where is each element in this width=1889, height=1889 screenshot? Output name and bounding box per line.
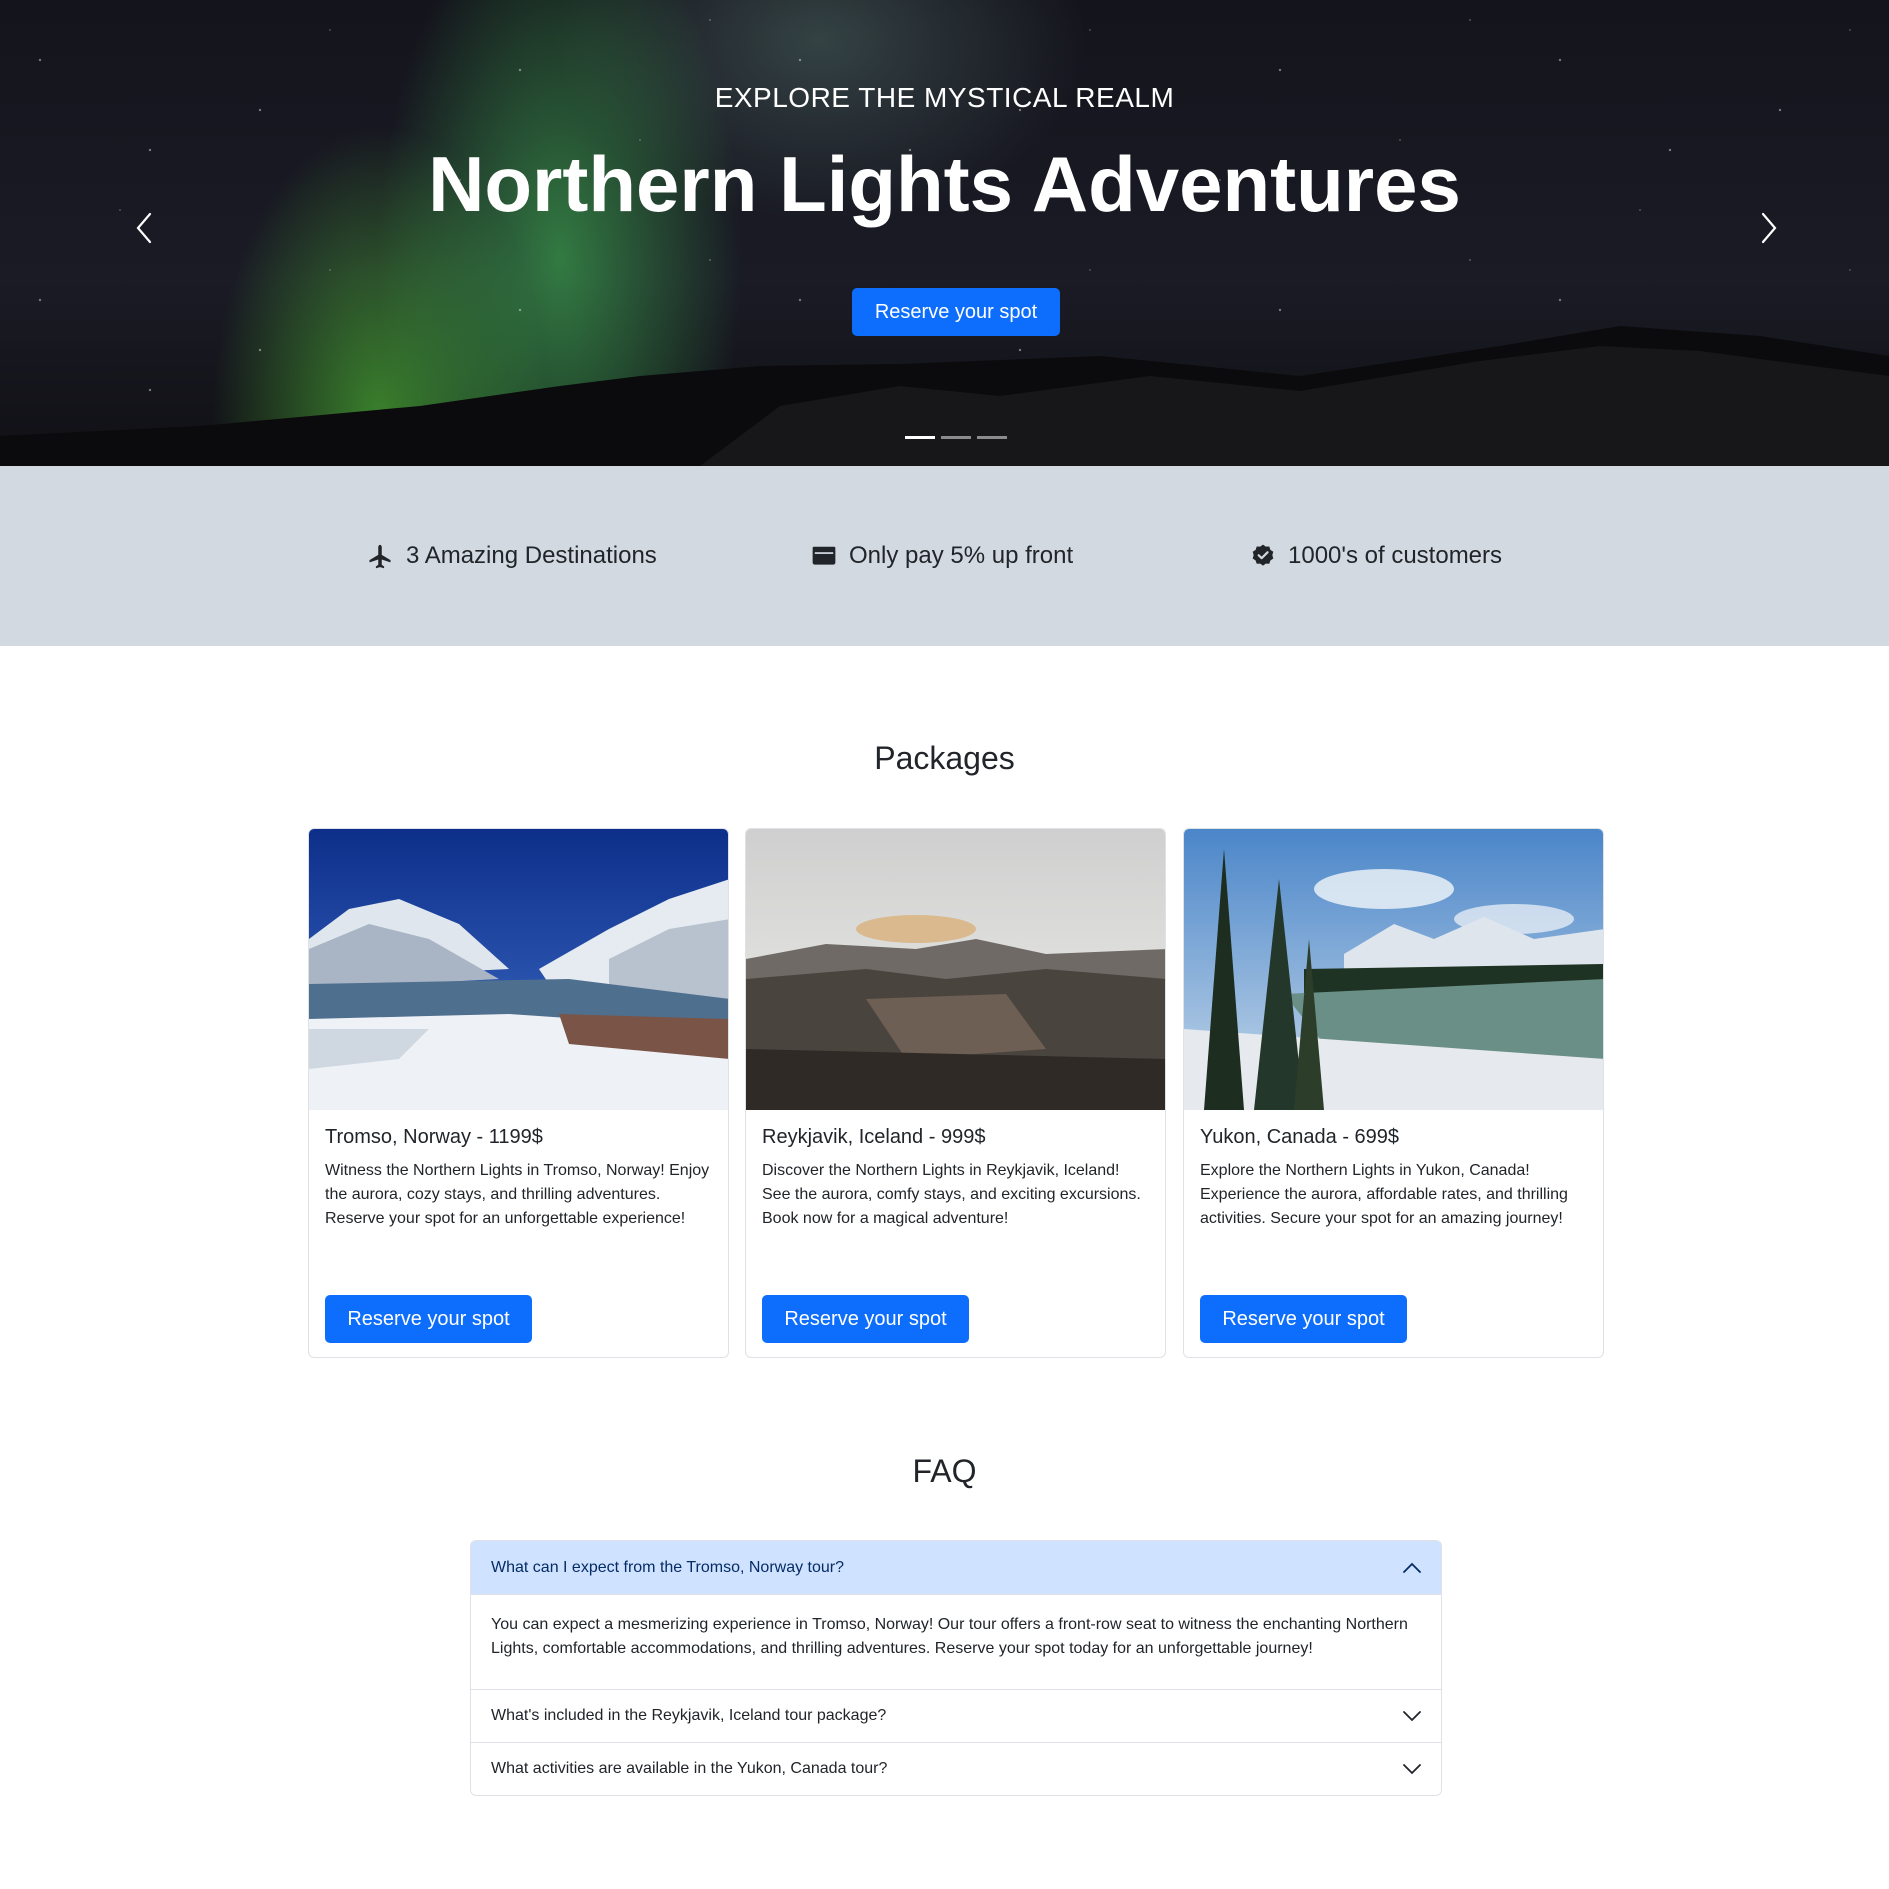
feature-label: Only pay 5% up front	[849, 542, 1074, 569]
chevron-left-icon	[136, 212, 152, 244]
faq-answer: You can expect a mesmerizing experience …	[471, 1594, 1441, 1689]
card-text: Explore the Northern Lights in Yukon, Ca…	[1200, 1162, 1568, 1227]
feature-destinations: 3 Amazing Destinations	[366, 466, 657, 646]
chevron-down-icon	[1403, 1711, 1421, 1722]
carousel-indicators	[905, 436, 1007, 439]
carousel-indicator-1[interactable]	[905, 436, 935, 439]
hero-carousel: EXPLORE THE MYSTICAL REALM Northern Ligh…	[0, 0, 1889, 466]
features-band: 3 Amazing Destinations Only pay 5% up fr…	[0, 466, 1889, 646]
chevron-down-icon	[1403, 1764, 1421, 1775]
chevron-up-icon	[1403, 1562, 1421, 1573]
verified-badge-icon	[1252, 544, 1274, 566]
card-body: Reykjavik, Iceland - 999$ Discover the N…	[746, 1110, 1165, 1357]
faq-item: What activities are available in the Yuk…	[471, 1742, 1441, 1795]
faq-question: What activities are available in the Yuk…	[491, 1760, 888, 1777]
card-text: Discover the Northern Lights in Reykjavi…	[762, 1162, 1141, 1227]
card-body: Tromso, Norway - 1199$ Witness the North…	[309, 1110, 728, 1357]
feature-label: 1000's of customers	[1288, 542, 1503, 569]
hero-reserve-button[interactable]: Reserve your spot	[852, 288, 1060, 336]
carousel-indicator-3[interactable]	[977, 436, 1007, 439]
package-card-tromso: Tromso, Norway - 1199$ Witness the North…	[308, 828, 729, 1358]
faq-question: What can I expect from the Tromso, Norwa…	[491, 1558, 845, 1576]
feature-label: 3 Amazing Destinations	[406, 542, 657, 569]
card-title: Tromso, Norway - 1199$	[325, 1126, 543, 1148]
feature-customers: 1000's of customers	[1250, 466, 1502, 646]
card-title: Reykjavik, Iceland - 999$	[762, 1126, 986, 1148]
package-cards: Tromso, Norway - 1199$ Witness the North…	[308, 828, 1604, 1358]
hero-caption: EXPLORE THE MYSTICAL REALM Northern Ligh…	[0, 0, 1889, 466]
hero-eyebrow: EXPLORE THE MYSTICAL REALM	[714, 82, 1175, 113]
packages-title: Packages	[874, 740, 1015, 776]
faq-item: What can I expect from the Tromso, Norwa…	[471, 1541, 1441, 1689]
reserve-reykjavik-button[interactable]: Reserve your spot	[762, 1295, 969, 1343]
yukon-image	[1184, 829, 1603, 1110]
faq-accordion: What can I expect from the Tromso, Norwa…	[470, 1540, 1442, 1796]
faq-item: What's included in the Reykjavik, Icelan…	[471, 1689, 1441, 1742]
package-card-yukon: Yukon, Canada - 699$ Explore the Norther…	[1183, 828, 1604, 1358]
chevron-right-icon	[1761, 212, 1777, 244]
reserve-yukon-button[interactable]: Reserve your spot	[1200, 1295, 1407, 1343]
hero-title: Northern Lights Adventures	[428, 140, 1461, 228]
package-card-reykjavik: Reykjavik, Iceland - 999$ Discover the N…	[745, 828, 1166, 1358]
carousel-next-button[interactable]	[1755, 208, 1783, 248]
faq-question-button[interactable]: What can I expect from the Tromso, Norwa…	[471, 1541, 1441, 1594]
card-title: Yukon, Canada - 699$	[1200, 1126, 1400, 1148]
faq-question-button[interactable]: What's included in the Reykjavik, Icelan…	[471, 1689, 1441, 1742]
reserve-tromso-button[interactable]: Reserve your spot	[325, 1295, 532, 1343]
faq-question: What's included in the Reykjavik, Icelan…	[491, 1707, 887, 1724]
carousel-prev-button[interactable]	[130, 208, 158, 248]
wallet-icon	[812, 546, 836, 565]
tromso-image	[309, 829, 728, 1110]
card-text: Witness the Northern Lights in Tromso, N…	[325, 1162, 710, 1227]
faq-title: FAQ	[912, 1453, 977, 1489]
airplane-icon	[369, 544, 391, 569]
feature-payment: Only pay 5% up front	[811, 466, 1073, 646]
faq-question-button[interactable]: What activities are available in the Yuk…	[471, 1742, 1441, 1795]
card-body: Yukon, Canada - 699$ Explore the Norther…	[1184, 1110, 1603, 1357]
reykjavik-image	[746, 829, 1165, 1110]
carousel-indicator-2[interactable]	[941, 436, 971, 439]
